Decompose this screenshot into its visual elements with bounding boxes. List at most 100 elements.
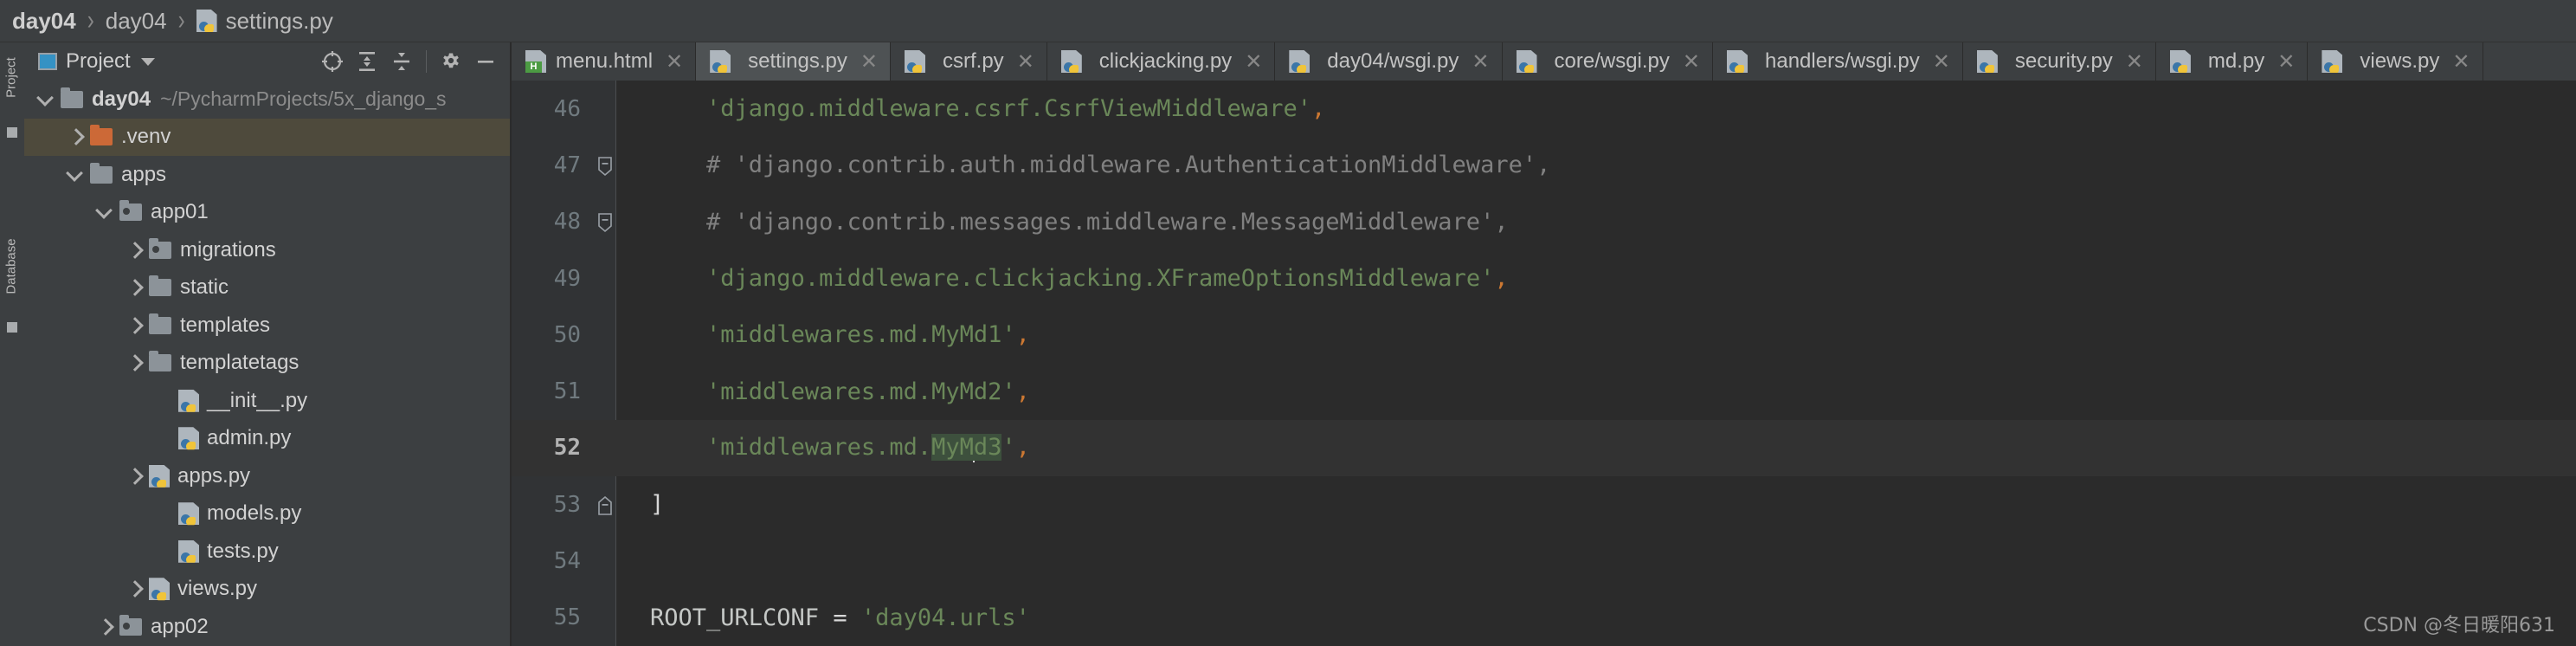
- database-panel-icon[interactable]: [7, 322, 17, 333]
- code-line[interactable]: 49 'django.middleware.clickjacking.XFram…: [512, 250, 2576, 307]
- breadcrumb-item[interactable]: settings.py: [226, 8, 333, 35]
- code-line[interactable]: 47 # 'django.contrib.auth.middleware.Aut…: [512, 137, 2576, 193]
- chevron-right-icon[interactable]: [95, 617, 114, 636]
- code-line[interactable]: 46 'django.middleware.csrf.CsrfViewMiddl…: [512, 81, 2576, 137]
- editor-tab[interactable]: views.py ✕: [2308, 42, 2483, 81]
- select-opened-file-icon[interactable]: [315, 44, 350, 79]
- code-lines[interactable]: 46 'django.middleware.csrf.CsrfViewMiddl…: [512, 81, 2576, 646]
- tree-row[interactable]: day04 ~/PycharmProjects/5x_django_s: [24, 81, 510, 119]
- code-token: ,: [1015, 434, 1030, 462]
- code-token: 'middlewares.md.: [706, 434, 932, 462]
- code-line[interactable]: 52 'middlewares.md.MyMd3',: [512, 419, 2576, 477]
- tree-row[interactable]: apps.py: [24, 457, 510, 495]
- tree-row[interactable]: admin.py: [24, 420, 510, 458]
- close-icon[interactable]: ✕: [1472, 49, 1489, 74]
- tree-row[interactable]: tests.py: [24, 533, 510, 571]
- editor-tab[interactable]: core/wsgi.py ✕: [1502, 42, 1713, 81]
- breadcrumb-item[interactable]: day04: [12, 8, 76, 35]
- editor-tab[interactable]: settings.py ✕: [696, 42, 891, 81]
- chevron-right-icon[interactable]: [125, 278, 144, 297]
- editor-tab[interactable]: csrf.py ✕: [891, 42, 1047, 81]
- close-icon[interactable]: ✕: [2452, 49, 2470, 74]
- editor-tab-label: md.py: [2207, 49, 2265, 73]
- tree-row[interactable]: apps: [24, 156, 510, 194]
- tree-row[interactable]: __init__.py: [24, 382, 510, 420]
- tree-row[interactable]: app02: [24, 608, 510, 646]
- collapse-all-icon[interactable]: [384, 44, 419, 79]
- tree-row[interactable]: templatetags: [24, 345, 510, 383]
- tree-row[interactable]: models.py: [24, 495, 510, 533]
- tree-row[interactable]: migrations: [24, 231, 510, 269]
- tree-item-label: apps: [121, 162, 167, 186]
- code-text: 'middlewares.md.MyMd3',: [650, 434, 1030, 462]
- chevron-down-icon[interactable]: [95, 203, 114, 222]
- code-line[interactable]: 55 ROOT_URLCONF = 'day04.urls': [512, 590, 2576, 646]
- vertical-tab-database[interactable]: Database: [4, 236, 19, 297]
- tree-item-label: migrations: [180, 237, 276, 262]
- project-panel-icon[interactable]: [7, 127, 17, 138]
- chevron-right-icon[interactable]: [125, 579, 144, 598]
- folder-icon: [149, 351, 171, 372]
- chevron-right-icon[interactable]: [125, 316, 144, 335]
- tree-item-label: views.py: [177, 577, 258, 601]
- close-icon[interactable]: ✕: [2277, 49, 2295, 74]
- editor-tab[interactable]: handlers/wsgi.py ✕: [1713, 42, 1963, 81]
- code-line[interactable]: 50 'middlewares.md.MyMd1',: [512, 307, 2576, 363]
- python-file-icon: [178, 502, 199, 526]
- code-fold-icon[interactable]: [596, 495, 614, 515]
- tree-row[interactable]: views.py: [24, 571, 510, 609]
- tree-item-label: day04: [92, 87, 151, 111]
- editor-tab[interactable]: md.py ✕: [2155, 42, 2309, 81]
- close-icon[interactable]: ✕: [1683, 49, 1700, 74]
- editor-tab-label: handlers/wsgi.py: [1765, 49, 1920, 73]
- settings-gear-icon[interactable]: [434, 44, 468, 79]
- chevron-down-icon[interactable]: [66, 165, 85, 184]
- code-token: # 'django.contrib.messages.middleware.Me…: [650, 208, 1509, 236]
- expand-all-icon[interactable]: [350, 44, 384, 79]
- code-token: # 'django.contrib.auth.middleware.Authen…: [650, 152, 1551, 179]
- python-file-icon: [1516, 50, 1537, 73]
- chevron-right-icon[interactable]: [66, 127, 85, 146]
- close-icon[interactable]: ✕: [2126, 49, 2143, 74]
- editor-tab[interactable]: security.py ✕: [1962, 42, 2156, 81]
- python-file-icon: [178, 427, 199, 450]
- tree-item-label: templatetags: [180, 351, 299, 375]
- close-icon[interactable]: ✕: [666, 49, 683, 74]
- breadcrumb-item[interactable]: day04: [106, 8, 167, 35]
- chevron-right-icon[interactable]: [125, 353, 144, 372]
- folder-icon: [90, 162, 113, 184]
- chevron-right-icon[interactable]: [125, 241, 144, 260]
- hide-panel-icon[interactable]: [468, 44, 503, 79]
- code-text: 'middlewares.md.MyMd2',: [650, 378, 1030, 405]
- editor-tab[interactable]: Hmenu.html ✕: [512, 42, 697, 81]
- code-editor[interactable]: 46 'django.middleware.csrf.CsrfViewMiddl…: [512, 81, 2576, 646]
- project-tree[interactable]: day04 ~/PycharmProjects/5x_django_s .venv a…: [24, 81, 510, 646]
- code-fold-icon[interactable]: [596, 156, 614, 176]
- code-token: 'django.middleware.csrf.CsrfViewMiddlewa…: [706, 95, 1312, 123]
- code-token: =: [819, 604, 861, 631]
- close-icon[interactable]: ✕: [1933, 49, 1950, 74]
- chevron-down-icon[interactable]: [36, 90, 55, 109]
- line-number: 54: [553, 548, 581, 575]
- close-icon[interactable]: ✕: [1017, 49, 1034, 74]
- close-icon[interactable]: ✕: [860, 49, 878, 74]
- code-line[interactable]: 48 # 'django.contrib.messages.middleware…: [512, 194, 2576, 250]
- editor-tab[interactable]: clickjacking.py ✕: [1046, 42, 1276, 81]
- tree-row[interactable]: app01: [24, 194, 510, 232]
- vertical-tab-project[interactable]: Project: [4, 48, 19, 108]
- chevron-down-icon[interactable]: [140, 57, 155, 66]
- editor-tab[interactable]: day04/wsgi.py ✕: [1275, 42, 1503, 81]
- close-icon[interactable]: ✕: [1245, 49, 1262, 74]
- tree-row[interactable]: templates: [24, 307, 510, 345]
- code-line[interactable]: 54: [512, 533, 2576, 589]
- code-line[interactable]: 51 'middlewares.md.MyMd2',: [512, 363, 2576, 419]
- tree-row[interactable]: static: [24, 269, 510, 307]
- code-fold-icon[interactable]: [596, 212, 614, 233]
- python-file-icon: [1976, 50, 1998, 73]
- chevron-right-icon[interactable]: [125, 467, 144, 486]
- tree-row[interactable]: .venv: [24, 118, 510, 156]
- line-number: 51: [553, 378, 581, 405]
- tree-item-label: static: [180, 275, 229, 300]
- code-line[interactable]: 53]: [512, 476, 2576, 533]
